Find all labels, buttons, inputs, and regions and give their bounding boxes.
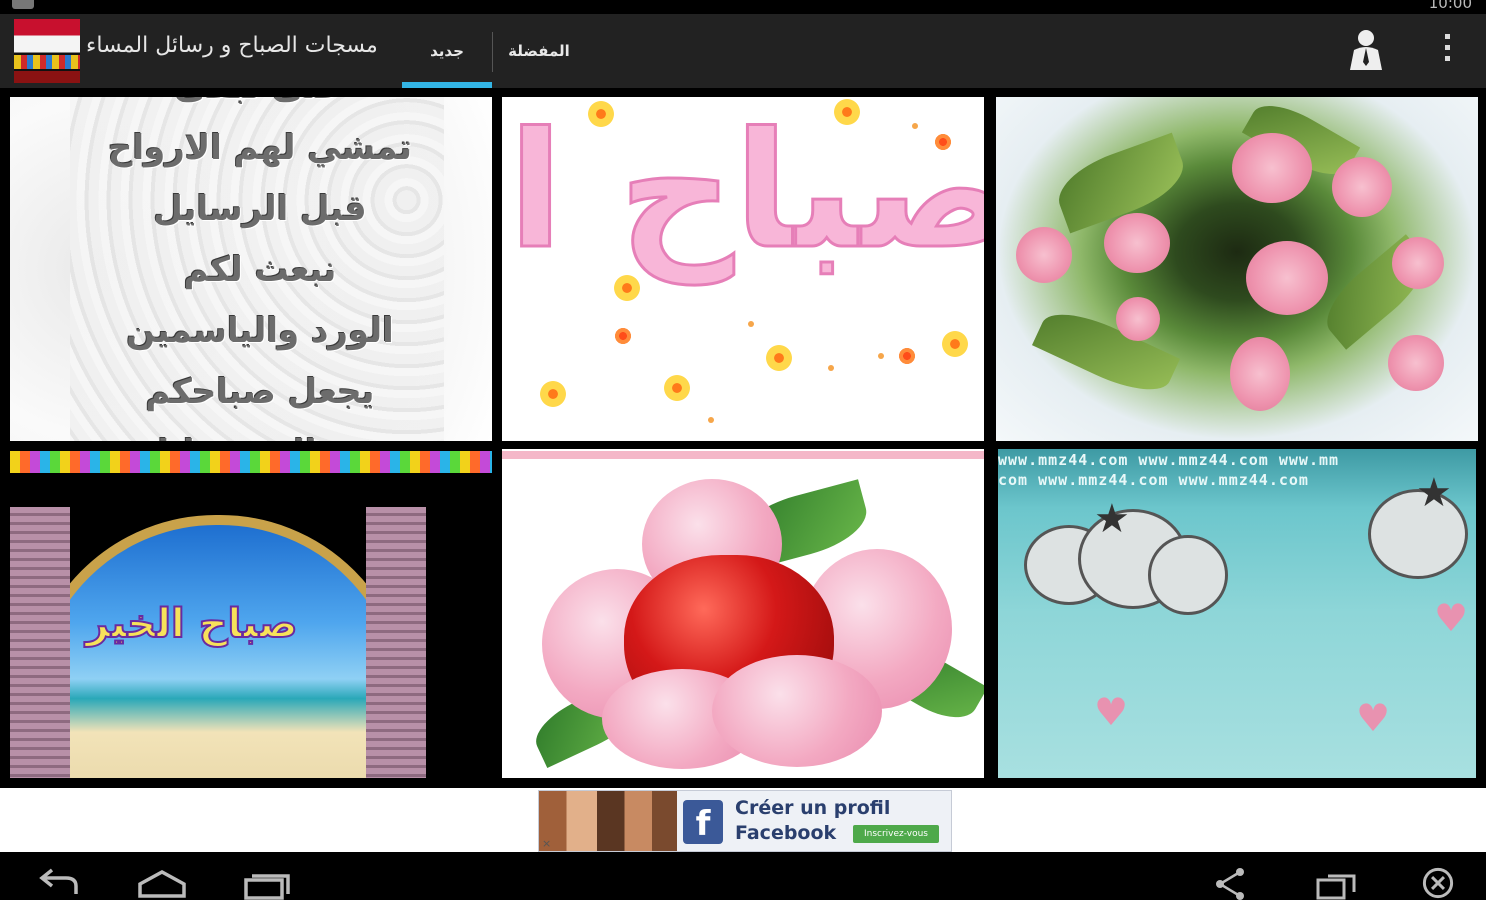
overflow-menu-icon[interactable] xyxy=(1442,34,1452,68)
screenshot-icon[interactable] xyxy=(1314,866,1358,900)
ad-headline: Créer un profil xyxy=(735,797,891,819)
ad-close-icon[interactable]: × xyxy=(542,837,551,850)
flower-shape xyxy=(1116,297,1160,341)
status-bar: 10:00 xyxy=(0,0,1486,14)
poem-line: حتى تبقى xyxy=(80,97,440,118)
dot-decoration xyxy=(878,353,884,359)
app-icon[interactable] xyxy=(14,19,80,83)
gallery-image-5[interactable] xyxy=(502,449,984,778)
rainbow-border xyxy=(10,451,492,473)
flower-shape xyxy=(1230,337,1290,411)
gallery-image-3[interactable] xyxy=(996,97,1478,441)
poem-line: تمشي لهم الارواح xyxy=(108,128,412,168)
flower-decoration xyxy=(934,133,952,151)
person-icon[interactable] xyxy=(1346,28,1386,72)
gallery-image-4[interactable]: صباح الخير xyxy=(10,449,492,778)
gallery-image-6[interactable]: www.mmz44.com www.mmz44.com www.mm com w… xyxy=(998,449,1476,778)
poem-line: الورد والياسمين xyxy=(126,311,394,351)
navigation-bar xyxy=(0,852,1486,900)
watermark-text: com www.mmz44.com www.mmz44.com xyxy=(998,471,1309,489)
flower-shape xyxy=(1246,241,1328,315)
dot-decoration xyxy=(828,365,834,371)
tab-divider xyxy=(492,32,493,72)
ad-signup-button[interactable]: Inscrivez-vous xyxy=(853,825,939,843)
window-shutter xyxy=(366,507,426,778)
poem-line: من الصبح نايل xyxy=(80,423,440,441)
rose-petal xyxy=(712,655,882,767)
share-icon[interactable] xyxy=(1212,866,1248,900)
action-bar: مسجات الصباح و رسائل المساء جديد المفضلة xyxy=(0,14,1486,88)
flower-decoration xyxy=(586,99,616,129)
flower-decoration xyxy=(764,343,794,373)
flower-shape xyxy=(1232,133,1312,203)
facebook-logo-icon: f xyxy=(683,800,723,844)
heart-icon: ♥ xyxy=(1356,696,1391,740)
star-icon: ★ xyxy=(1094,496,1130,542)
flower-decoration xyxy=(662,373,692,403)
gallery-image-1[interactable]: حتى تبقى تمشي لهم الارواح قبل الرسايل نب… xyxy=(10,97,492,441)
poem-line: نبعث لكم xyxy=(183,250,337,290)
flower-shape xyxy=(1332,157,1392,217)
watermark-text: www.mmz44.com www.mmz44.com www.mm xyxy=(998,451,1340,469)
notification-icon xyxy=(12,0,34,9)
flower-decoration xyxy=(832,97,862,127)
recent-apps-icon[interactable] xyxy=(242,866,292,900)
app-icon-band xyxy=(14,55,80,69)
heart-icon: ♥ xyxy=(1434,596,1469,640)
ad-photo xyxy=(539,791,677,851)
image-gallery: حتى تبقى تمشي لهم الارواح قبل الرسايل نب… xyxy=(0,88,1486,788)
gallery-image-2[interactable]: صباح الخ xyxy=(502,97,984,441)
dot-decoration xyxy=(708,417,714,423)
flower-decoration xyxy=(538,379,568,409)
top-border xyxy=(502,451,984,459)
window-shutter xyxy=(10,507,70,778)
ad-banner[interactable]: × f Créer un profil Facebook Inscrivez-v… xyxy=(538,790,952,852)
flower-shape xyxy=(1016,227,1072,283)
poem-line: قبل الرسايل xyxy=(153,189,367,229)
flower-decoration xyxy=(898,347,916,365)
flower-shape xyxy=(1104,213,1170,273)
heart-icon: ♥ xyxy=(1094,690,1129,734)
tab-new[interactable]: جديد xyxy=(402,14,492,88)
tab-favorites-label: المفضلة xyxy=(508,42,570,60)
star-icon: ★ xyxy=(1416,470,1452,516)
flower-decoration xyxy=(612,273,642,303)
window-scene: صباح الخير xyxy=(10,497,426,778)
tab-new-label: جديد xyxy=(430,42,464,60)
home-icon[interactable] xyxy=(136,866,188,900)
poem-line: يجعل صباحكم xyxy=(145,372,375,412)
close-circle-icon[interactable] xyxy=(1418,866,1458,900)
flower-shape xyxy=(1388,335,1444,391)
back-icon[interactable] xyxy=(36,866,82,900)
flower-decoration xyxy=(940,329,970,359)
dot-decoration xyxy=(912,123,918,129)
status-clock: 10:00 xyxy=(1428,0,1472,12)
app-icon-band-bottom xyxy=(14,71,80,83)
greeting-word: صباح الخ xyxy=(502,97,984,284)
greeting-text: صباح الخير xyxy=(85,600,299,648)
flower-shape xyxy=(1392,237,1444,289)
app-title: مسجات الصباح و رسائل المساء xyxy=(86,33,378,58)
poem-text: حتى تبقى تمشي لهم الارواح قبل الرسايل نب… xyxy=(80,97,440,441)
cloud-shape xyxy=(1148,535,1228,615)
dot-decoration xyxy=(748,321,754,327)
ad-subline: Facebook xyxy=(735,822,837,844)
tab-favorites[interactable]: المفضلة xyxy=(494,14,584,88)
flower-decoration xyxy=(614,327,632,345)
